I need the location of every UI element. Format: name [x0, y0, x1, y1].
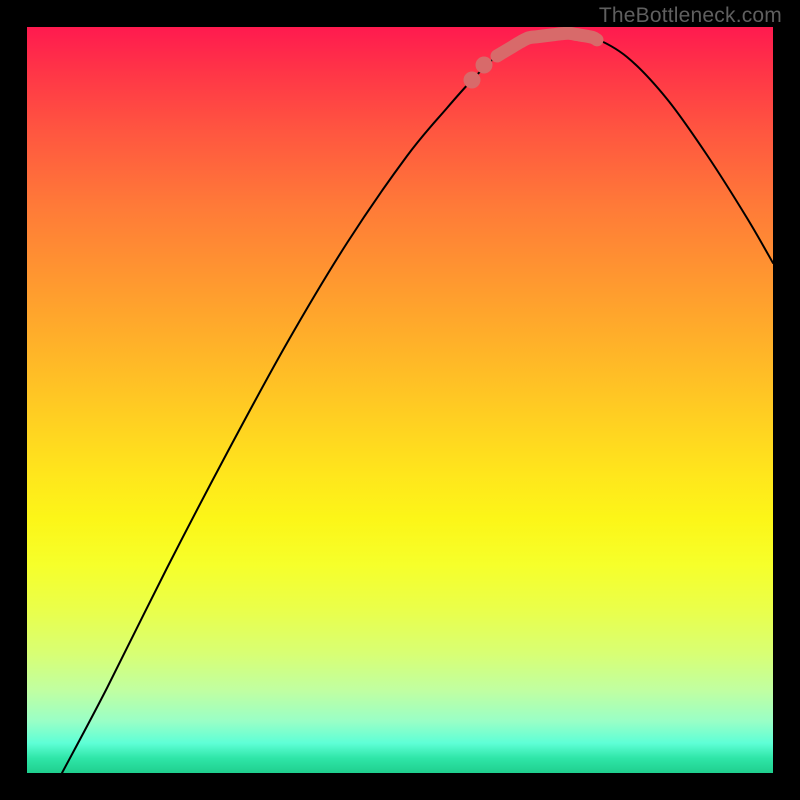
- bottleneck-highlight-segment: [497, 33, 597, 56]
- bottleneck-curve-svg: [27, 27, 773, 773]
- highlight-dot: [464, 72, 481, 89]
- attribution-text: TheBottleneck.com: [599, 4, 782, 28]
- plot-area: [27, 27, 773, 773]
- bottleneck-curve: [62, 33, 773, 773]
- highlight-dot: [476, 57, 493, 74]
